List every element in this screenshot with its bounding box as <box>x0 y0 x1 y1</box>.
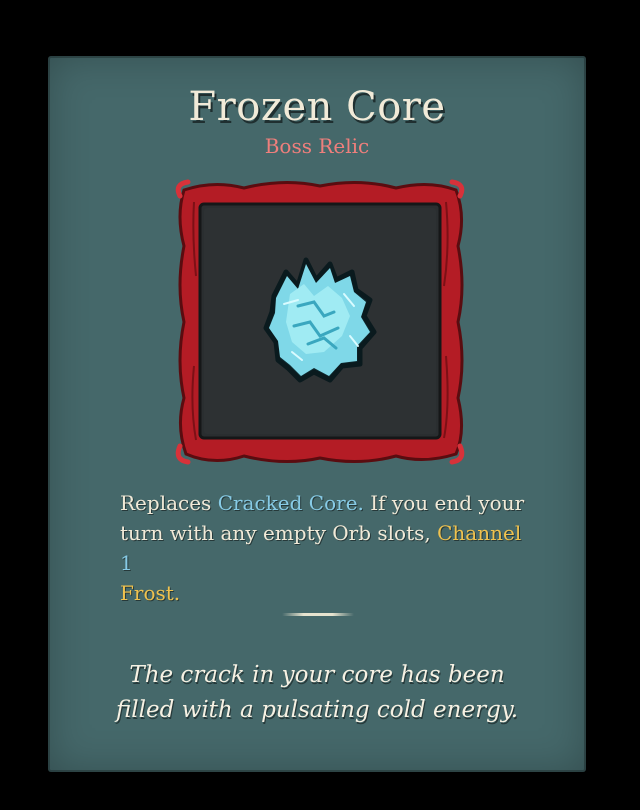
relic-rarity: Boss Relic <box>264 134 370 158</box>
relic-tooltip-panel: Frozen Core Boss Relic Replaces Cracked … <box>48 56 586 772</box>
flavor-line-1: The crack in your core has been <box>129 662 505 688</box>
ornate-red-frame <box>175 179 465 465</box>
desc-number: 1 <box>120 551 133 575</box>
keyword-channel: Channel <box>437 521 522 545</box>
relic-flavor-text: The crack in your core has been filled w… <box>88 658 546 728</box>
desc-text-1: Replaces <box>120 491 218 515</box>
relic-image-frame <box>174 176 466 466</box>
relic-description: Replaces Cracked Core. If you end your t… <box>120 488 540 608</box>
divider-line <box>282 613 354 616</box>
flavor-line-2: filled with a pulsating cold energy. <box>115 697 519 723</box>
keyword-frost: Frost. <box>120 581 181 605</box>
relic-title: Frozen Core <box>188 84 446 130</box>
keyword-cracked-core: Cracked Core. <box>217 491 364 515</box>
